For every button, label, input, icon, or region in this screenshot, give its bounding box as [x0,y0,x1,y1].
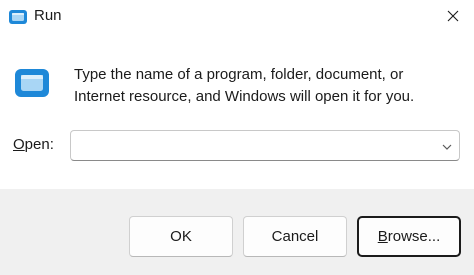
run-dialog: Run Type the name of a program, folder, … [0,0,474,275]
browse-label-text: rowse... [387,228,441,245]
open-combobox[interactable] [70,130,460,161]
close-button[interactable] [432,0,474,32]
title-bar[interactable]: Run [0,0,474,34]
browse-access-key: B [377,228,388,245]
close-icon [447,10,459,22]
open-label-access-key: O [13,136,25,153]
open-label: Open: [13,136,54,153]
ok-button[interactable]: OK [129,216,233,257]
chevron-down-icon[interactable] [441,140,453,152]
cancel-button-label: Cancel [271,228,319,245]
open-label-text: pen: [24,136,54,153]
instruction-line-2: Internet resource, and Windows will open… [74,88,415,105]
browse-button[interactable]: Browse... [357,216,461,257]
cancel-button[interactable]: Cancel [243,216,347,257]
window-title: Run [34,7,62,24]
instruction-line-1: Type the name of a program, folder, docu… [74,66,404,83]
instruction-text: Type the name of a program, folder, docu… [74,64,454,108]
run-app-icon [14,68,50,98]
browse-button-label: Browse... [359,218,459,255]
open-input[interactable] [77,135,427,156]
ok-button-label: OK [170,228,192,245]
run-app-icon [8,9,28,25]
